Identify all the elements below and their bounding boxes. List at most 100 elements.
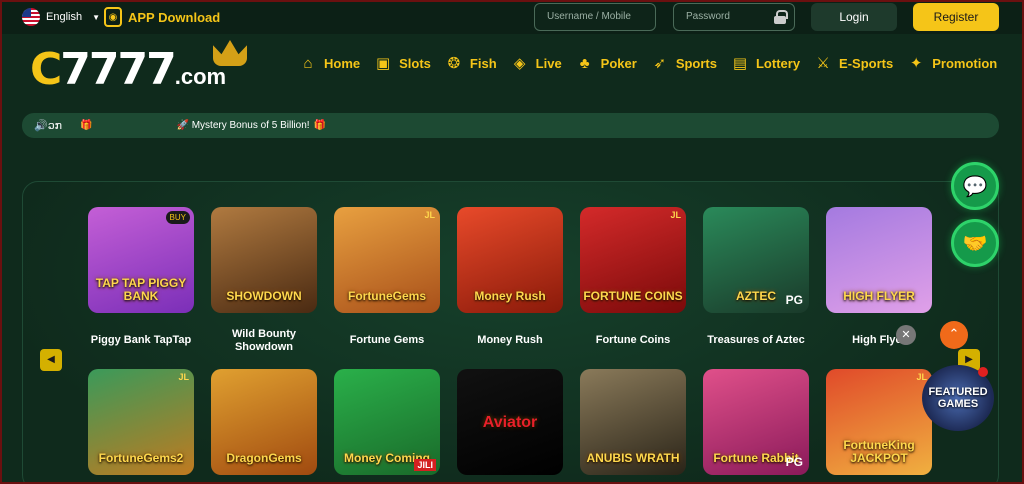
esports-icon: ⚔ — [816, 55, 830, 72]
game-tile[interactable]: Money Coming JILI — [334, 369, 440, 475]
caret-down-icon: ▼ — [92, 12, 100, 22]
game-tile[interactable]: FortuneKing JACKPOT JL — [826, 369, 932, 475]
nav-item-home[interactable]: ⌂ Home — [298, 53, 360, 73]
game-name[interactable]: Fortune Coins — [571, 334, 695, 347]
game-thumbnail: SHOWDOWN — [211, 207, 317, 313]
announcement-marquee: 🔊ວກ 🎁 🚀 Mystery Bonus of 5 Billion! 🎁 — [22, 113, 999, 138]
gift-icon: 🎁 — [313, 120, 326, 131]
scroll-top-button[interactable]: ⌃ — [940, 321, 968, 349]
register-button[interactable]: Register — [913, 3, 999, 31]
game-name[interactable]: Fortune Gems — [325, 334, 449, 347]
us-flag-icon — [22, 8, 40, 26]
nav-item-label: Live — [535, 55, 562, 71]
game-tile[interactable]: HIGH FLYER — [826, 207, 932, 313]
home-icon: ⌂ — [303, 54, 313, 72]
nav-item-label: Promotion — [932, 55, 998, 71]
lock-icon[interactable] — [774, 10, 788, 24]
game-tile[interactable]: AZTEC PG — [703, 207, 809, 313]
chat-icon: 💬 — [962, 175, 988, 198]
nav-item-label: Lottery — [755, 55, 801, 71]
provider-badge: JL — [670, 210, 681, 220]
main-nav: ⌂ Home ▣ Slots ❂ Fish ◈ Live ♣ Poker ➶ Sports ▤ Lotte… — [298, 53, 1010, 73]
nav-item-label: E-Sports — [839, 55, 894, 71]
speaker-icon: 🔊ວກ — [34, 120, 63, 132]
nav-item-fish[interactable]: ❂ Fish — [444, 53, 497, 73]
game-name[interactable]: Money Rush — [448, 334, 572, 347]
nav-item-label: Home — [324, 55, 361, 71]
game-tile[interactable]: Fortune Rabbit PG — [703, 369, 809, 475]
phone-icon: ◉ — [104, 7, 122, 27]
login-button[interactable]: Login — [811, 3, 897, 31]
game-tile[interactable]: TAP TAP PIGGY BANK BUY — [88, 207, 194, 313]
game-thumbnail: FORTUNE COINS — [580, 207, 686, 313]
nav-item-label: Sports — [675, 55, 717, 71]
game-tile[interactable]: SHOWDOWN — [211, 207, 317, 313]
game-thumbnail: HIGH FLYER — [826, 207, 932, 313]
game-thumbnail: DragonGems — [211, 369, 317, 475]
provider-badge: JL — [424, 210, 435, 220]
game-art-title: Money Rush — [474, 289, 546, 303]
game-art-title: Aviator — [482, 413, 538, 431]
sports-icon: ➶ — [653, 55, 667, 72]
game-tile[interactable]: FortuneGems2 JL — [88, 369, 194, 475]
game-name[interactable]: Treasures of Aztec — [694, 334, 818, 347]
app-download-link[interactable]: ◉ APP Download — [104, 7, 220, 27]
game-art-title: SHOWDOWN — [226, 289, 302, 303]
game-art-title: FortuneKing JACKPOT — [843, 438, 915, 465]
password-placeholder: Password — [686, 11, 730, 22]
featured-games-button[interactable]: FEATURED GAMES — [922, 365, 994, 431]
game-thumbnail: FortuneGems2 — [88, 369, 194, 475]
game-art-title: FortuneGems — [347, 289, 426, 303]
game-thumbnail: Money Rush — [457, 207, 563, 313]
site-logo[interactable]: C7777 .com — [30, 40, 247, 95]
gift-icon: 🎁 — [80, 120, 93, 131]
logo-number: 7777 — [60, 44, 176, 95]
rocket-icon: 🚀 — [176, 120, 192, 131]
refer-friends-button[interactable]: 🤝 — [951, 219, 999, 267]
game-tile[interactable]: FORTUNE COINS JL — [580, 207, 686, 313]
logo-prefix: C — [30, 44, 62, 95]
main-header: C7777 .com ⌂ Home ▣ Slots ❂ Fish ◈ Live ♣ Poker ➶ S… — [0, 34, 1024, 96]
fish-icon: ❂ — [447, 55, 461, 72]
nav-item-live[interactable]: ◈ Live — [510, 53, 562, 73]
game-tile[interactable]: Money Rush — [457, 207, 563, 313]
marquee-message: Mystery Bonus of 5 Billion! — [191, 120, 310, 131]
logo-domain: .com — [174, 64, 227, 89]
game-thumbnail: FortuneKing JACKPOT — [826, 369, 932, 475]
nav-item-lottery[interactable]: ▤ Lottery — [730, 53, 800, 73]
game-art-title: AZTEC — [736, 289, 776, 303]
game-tile[interactable]: FortuneGems JL — [334, 207, 440, 313]
prev-arrow-button[interactable]: ◀ — [40, 349, 62, 371]
nav-item-label: Fish — [469, 55, 497, 71]
game-art-title: DragonGems — [226, 451, 302, 465]
game-name[interactable]: Wild Bounty Showdown — [211, 328, 317, 354]
game-thumbnail: Aviator — [457, 369, 563, 475]
game-art-title: FortuneGems2 — [98, 451, 184, 465]
provider-badge: PG — [785, 293, 803, 307]
language-selector[interactable]: English ▼ — [22, 8, 100, 26]
game-tile[interactable]: DragonGems — [211, 369, 317, 475]
game-art-title: TAP TAP PIGGY BANK — [95, 276, 187, 303]
chat-support-button[interactable]: 💬 — [951, 162, 999, 210]
game-tile[interactable]: ANUBIS WRATH — [580, 369, 686, 475]
game-art-title: ANUBIS WRATH — [586, 451, 680, 465]
nav-item-slots[interactable]: ▣ Slots — [373, 53, 431, 73]
game-name[interactable]: Piggy Bank TapTap — [79, 334, 203, 347]
nav-item-label: Poker — [600, 55, 637, 71]
provider-badge: PG — [785, 455, 803, 469]
live-icon: ◈ — [513, 55, 526, 72]
nav-item-sports[interactable]: ➶ Sports — [650, 53, 717, 73]
provider-badge: JL — [178, 372, 189, 382]
game-art-title: HIGH FLYER — [843, 289, 915, 303]
game-name[interactable]: High Flyer — [817, 334, 941, 347]
nav-item-promotion[interactable]: ✦ Promotion — [906, 53, 997, 73]
nav-item-poker[interactable]: ♣ Poker — [575, 53, 637, 73]
username-input[interactable]: Username / Mobile — [534, 3, 656, 31]
game-tile[interactable]: Aviator — [457, 369, 563, 475]
app-download-label: APP Download — [128, 9, 221, 25]
lottery-icon: ▤ — [732, 55, 748, 72]
nav-item-e-sports[interactable]: ⚔ E-Sports — [813, 53, 893, 73]
game-thumbnail: ANUBIS WRATH — [580, 369, 686, 475]
close-icon[interactable]: ✕ — [896, 325, 916, 345]
password-input[interactable]: Password — [673, 3, 795, 31]
